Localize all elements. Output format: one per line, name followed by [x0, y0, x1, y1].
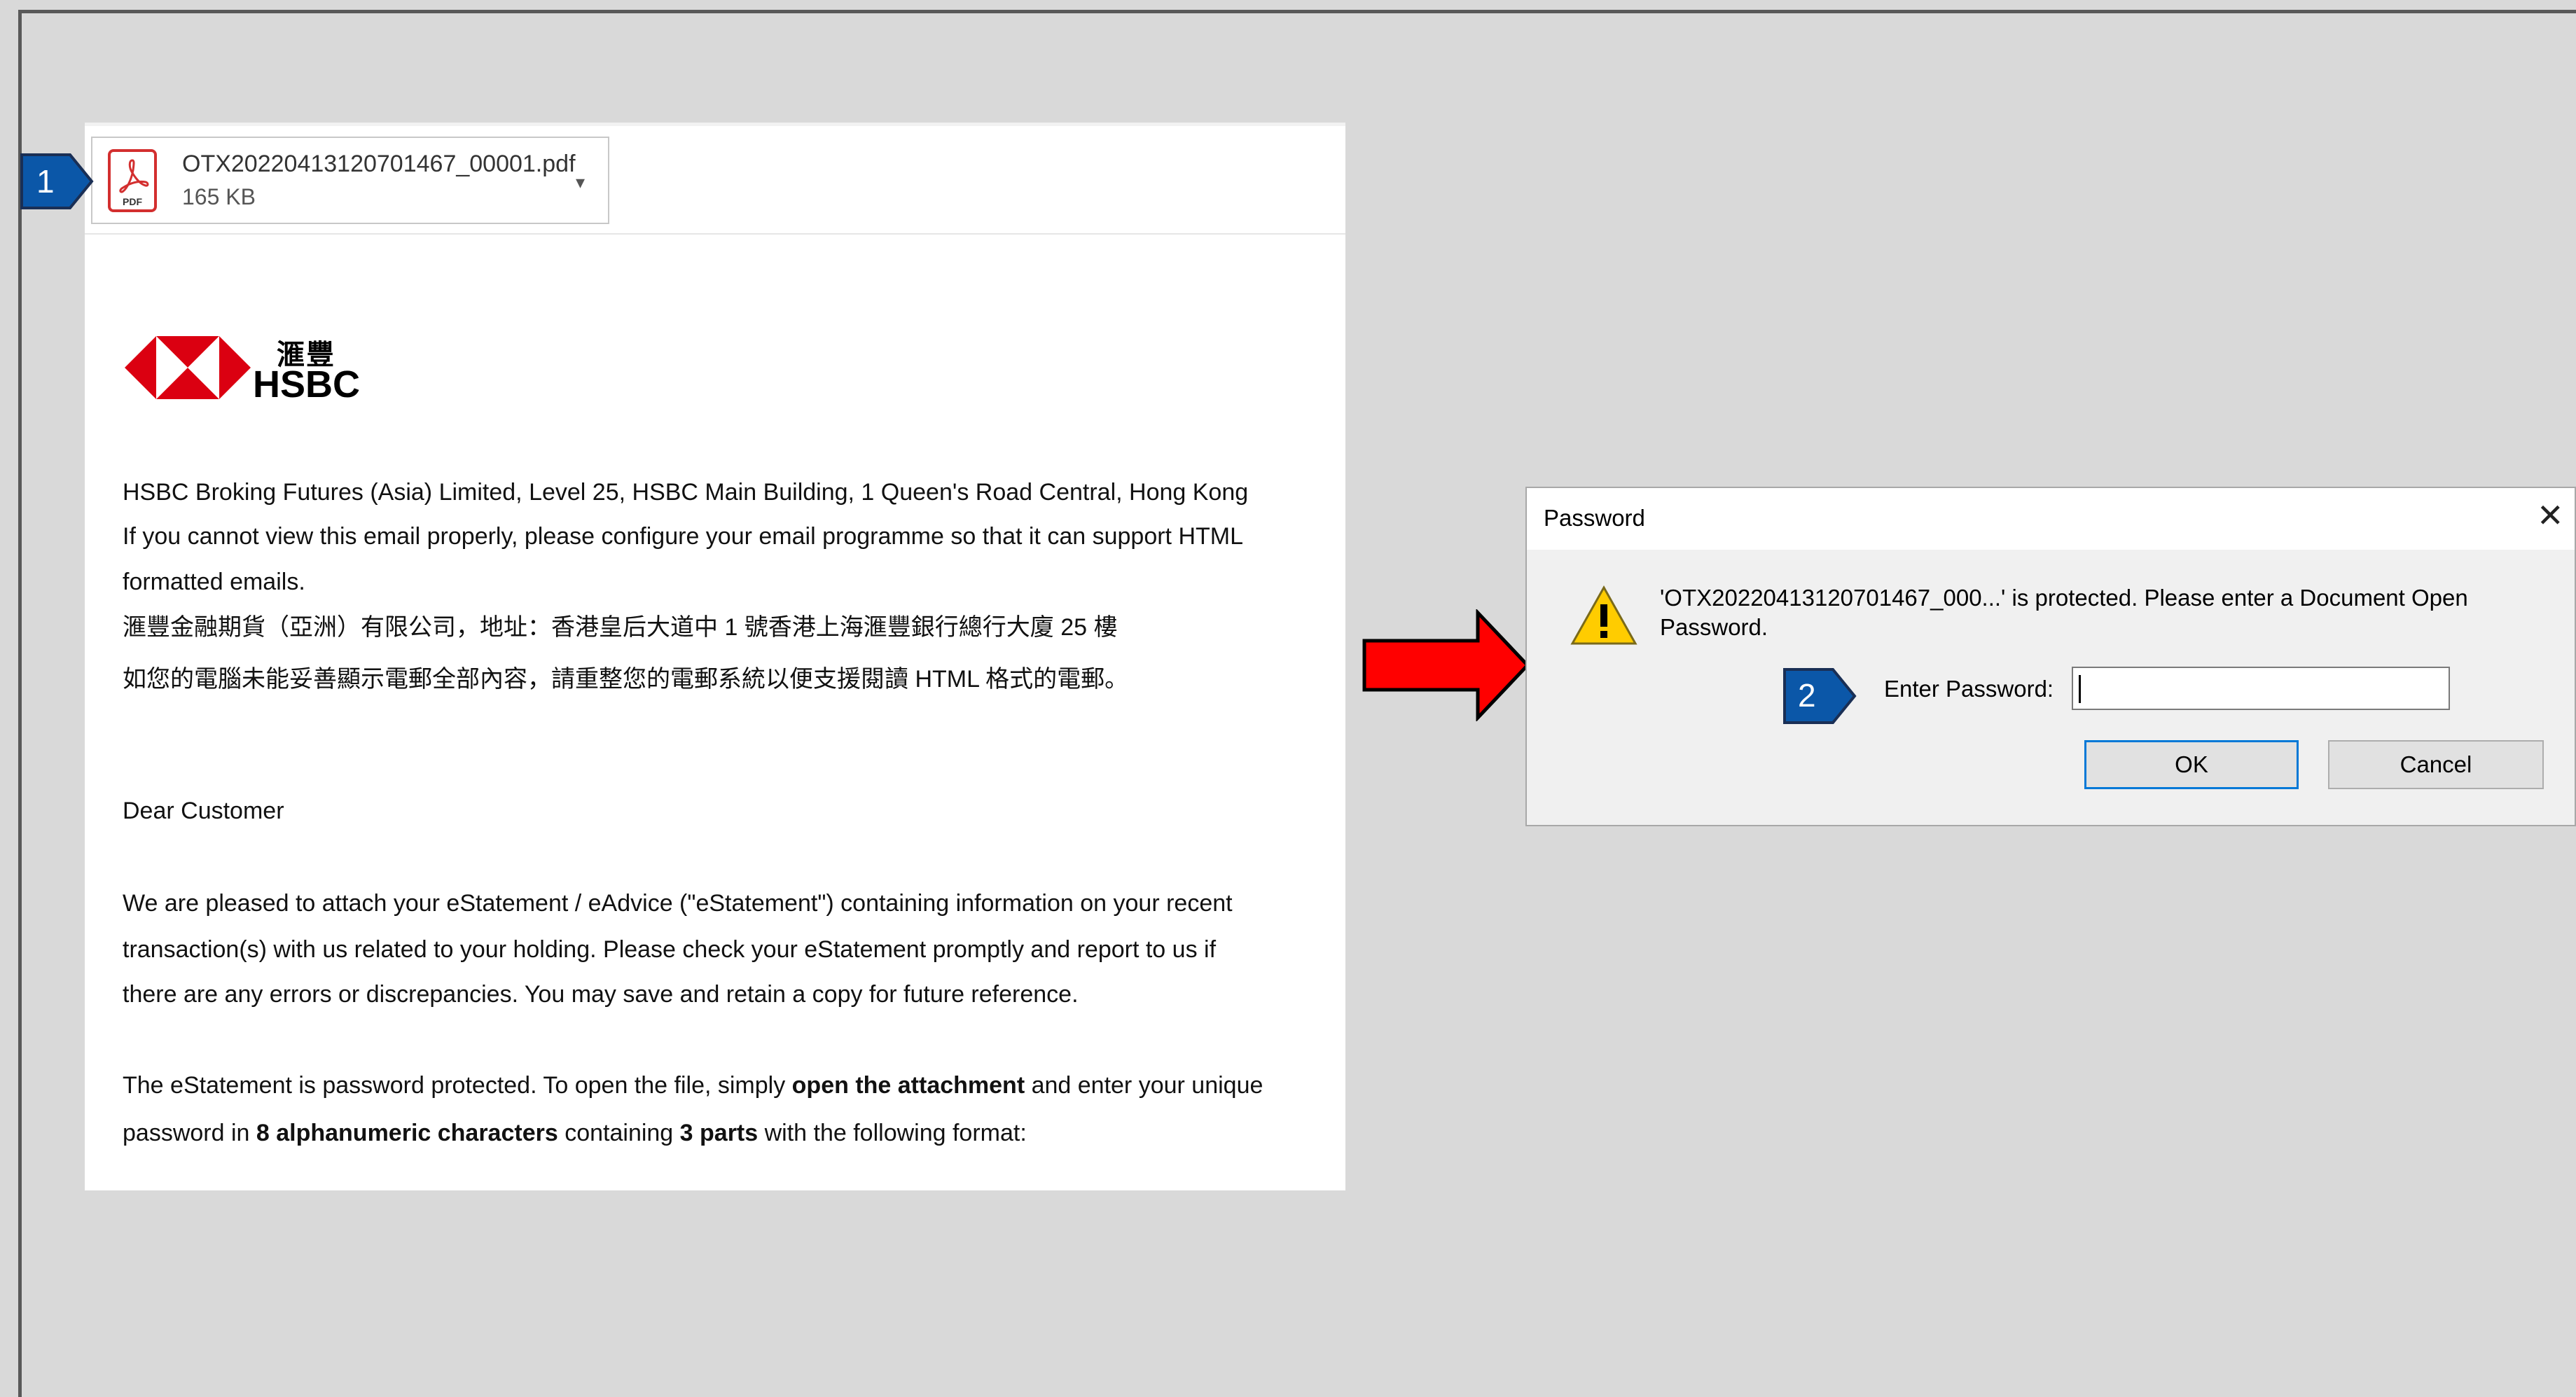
warning-icon [1570, 585, 1637, 645]
dialog-message-line-2: Password. [1660, 614, 1768, 640]
email-para1-line-2: transaction(s) with us related to your h… [123, 936, 1217, 963]
pdf-file-icon: PDF [108, 149, 157, 212]
red-arrow-icon [1362, 609, 1530, 721]
dialog-message-line-1: 'OTX20220413120701467_000...' is protect… [1660, 585, 2468, 611]
para2-text-e: containing [558, 1120, 680, 1146]
email-para2-line-2: password in 8 alphanumeric characters co… [123, 1119, 1027, 1147]
email-greeting: Dear Customer [123, 798, 284, 824]
text-caret [2079, 675, 2081, 703]
dialog-titlebar: Password ✕ [1527, 488, 2575, 550]
pdf-attachment[interactable]: PDF OTX20220413120701467_00001.pdf 165 K… [91, 137, 609, 224]
step-2-badge [1783, 668, 1857, 724]
frame-border-top [18, 10, 2576, 13]
close-icon[interactable]: ✕ [2537, 496, 2564, 534]
step-1-number: 1 [36, 163, 55, 200]
step-1-badge [20, 153, 94, 209]
para2-text-a: The eStatement is password protected. To… [123, 1072, 792, 1099]
svg-text:PDF: PDF [123, 196, 142, 207]
email-para1-line-3: there are any errors or discrepancies. Y… [123, 981, 1079, 1008]
email-chinese-line-1: 滙豐金融期貨（亞洲）有限公司，地址：香港皇后大道中 1 號香港上海滙豐銀行總行大… [123, 614, 1118, 641]
para2-text-c: and enter your unique [1025, 1072, 1263, 1099]
dialog-title: Password [1544, 505, 1645, 531]
attachment-size: 165 KB [182, 184, 256, 209]
cancel-button[interactable]: Cancel [2328, 740, 2544, 789]
para2-bold-3-parts: 3 parts [679, 1120, 759, 1146]
para2-bold-open-attachment: open the attachment [791, 1072, 1025, 1099]
email-panel [85, 123, 1345, 1190]
password-label: Enter Password: [1884, 676, 2054, 702]
para2-text-d: password in [123, 1120, 256, 1146]
screenshot-canvas: PDF OTX20220413120701467_00001.pdf 165 K… [0, 0, 2576, 1397]
email-chinese-line-2: 如您的電腦未能妥善顯示電郵全部內容，請重整您的電郵系統以便支援閱讀 HTML 格… [123, 666, 1129, 693]
email-address-line: HSBC Broking Futures (Asia) Limited, Lev… [123, 479, 1249, 506]
email-view-line-2: formatted emails. [123, 569, 305, 595]
password-dialog: Password ✕ 'OTX20220413120701467_000...'… [1525, 487, 2576, 826]
attachment-filename: OTX20220413120701467_00001.pdf [182, 151, 576, 177]
chevron-down-icon[interactable]: ▾ [576, 172, 585, 193]
para2-text-f: with the following format: [758, 1120, 1027, 1146]
email-para2-line-1: The eStatement is password protected. To… [123, 1071, 1263, 1099]
email-para1-line-1: We are pleased to attach your eStatement… [123, 890, 1233, 917]
password-input[interactable] [2072, 667, 2450, 710]
frame-border-left [18, 10, 22, 1397]
step-2-number: 2 [1798, 677, 1816, 714]
ok-button[interactable]: OK [2084, 740, 2299, 789]
logo-english-text: HSBC [253, 363, 361, 405]
para2-bold-8-chars: 8 alphanumeric characters [256, 1120, 558, 1146]
email-view-line-1: If you cannot view this email properly, … [123, 523, 1243, 550]
